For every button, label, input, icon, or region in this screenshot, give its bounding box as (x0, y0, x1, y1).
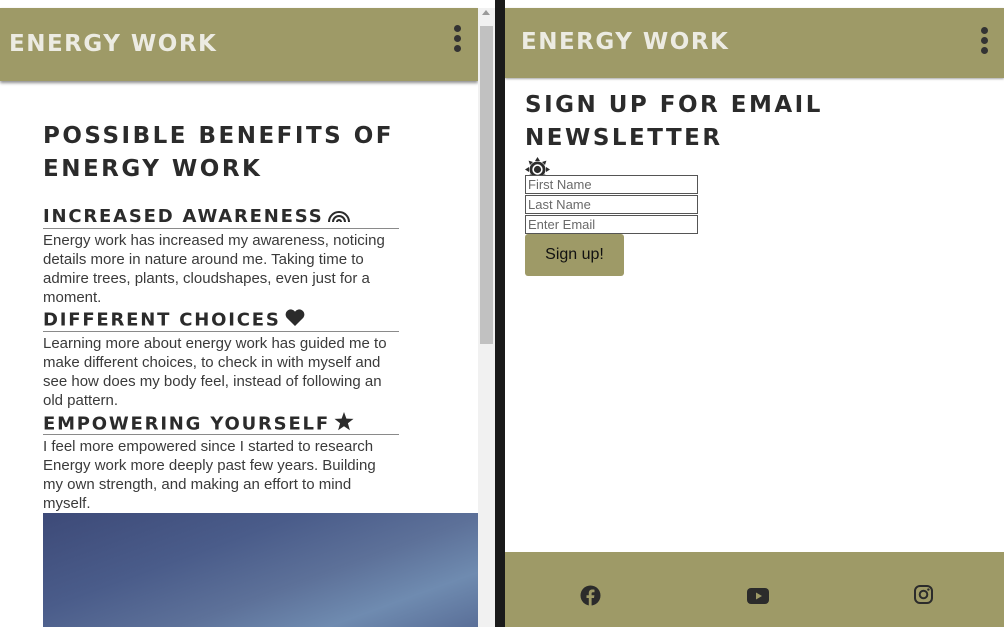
window-divider (495, 0, 505, 627)
brand-logo[interactable]: ENERGY WORK (521, 29, 729, 55)
navbar: ENERGY WORK (0, 8, 478, 81)
brand-logo[interactable]: ENERGY WORK (9, 31, 217, 57)
instagram-icon[interactable] (914, 585, 936, 607)
menu-kebab-icon[interactable] (981, 27, 989, 57)
benefit-heading-text: EMPOWERING YOURSELF (43, 413, 330, 435)
benefit-heading: INCREASED AWARENESS (43, 206, 399, 229)
benefit-heading: EMPOWERING YOURSELF (43, 412, 399, 435)
left-browser-pane: ENERGY WORK POSSIBLE BENEFITS OF ENERGY … (0, 0, 495, 627)
benefit-item: DIFFERENT CHOICES Learning more about en… (43, 309, 399, 410)
benefit-heading: DIFFERENT CHOICES (43, 309, 399, 332)
navbar: ENERGY WORK (505, 8, 1004, 78)
footer (505, 552, 1004, 627)
benefit-heading-text: DIFFERENT CHOICES (43, 309, 281, 331)
benefit-text: Learning more about energy work has guid… (43, 335, 387, 409)
hero-image (43, 513, 478, 627)
right-browser-pane: ENERGY WORK SIGN UP FOR EMAIL NEWSLETTER… (505, 0, 1004, 627)
last-name-input[interactable] (525, 195, 698, 214)
youtube-icon[interactable] (747, 585, 769, 607)
email-input[interactable] (525, 215, 698, 234)
rainbow-icon (327, 206, 351, 228)
benefit-heading-text: INCREASED AWARENESS (43, 206, 324, 227)
benefit-item: INCREASED AWARENESS Energy work has incr… (43, 206, 399, 307)
scrollbar-thumb[interactable] (480, 26, 493, 344)
benefit-text: Energy work has increased my awareness, … (43, 232, 385, 306)
section-title: POSSIBLE BENEFITS OF ENERGY WORK (43, 123, 394, 182)
facebook-icon[interactable] (580, 585, 602, 607)
vertical-scrollbar[interactable] (478, 8, 495, 627)
benefit-text: I feel more empowered since I started to… (43, 438, 376, 512)
benefit-item: EMPOWERING YOURSELF I feel more empowere… (43, 412, 399, 513)
signup-button[interactable]: Sign up! (525, 234, 624, 276)
left-page-content: ENERGY WORK POSSIBLE BENEFITS OF ENERGY … (0, 0, 478, 627)
star-icon (334, 412, 354, 437)
scroll-up-arrow-icon[interactable] (482, 10, 490, 15)
menu-kebab-icon[interactable] (454, 25, 462, 55)
first-name-input[interactable] (525, 175, 698, 194)
heart-icon (285, 309, 305, 332)
signup-title-text: SIGN UP FOR EMAIL NEWSLETTER (525, 92, 823, 151)
